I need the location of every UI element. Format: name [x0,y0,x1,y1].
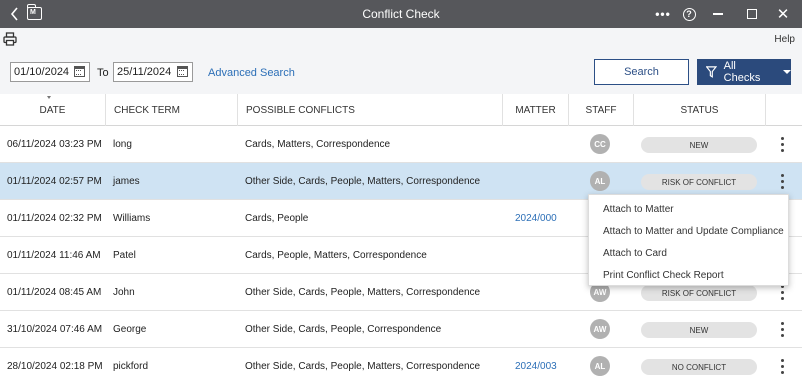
menu-item-print-report[interactable]: Print Conflict Check Report [589,264,790,286]
row-possible-conflicts: Other Side, Cards, People, Matters, Corr… [245,175,481,187]
table-header: DATE CHECK TERM POSSIBLE CONFLICTS MATTE… [0,94,802,126]
status-badge: NEW [641,322,757,338]
row-context-menu: Attach to Matter Attach to Matter and Up… [588,194,789,286]
staff-avatar: AL [590,171,610,191]
row-check-term: james [113,175,140,187]
column-matter[interactable]: MATTER [502,94,568,126]
row-possible-conflicts: Other Side, Cards, People, Matters, Corr… [245,360,481,372]
filter-bar: 01/10/2024 To 25/11/2024 Advanced Search… [0,52,802,94]
date-from-value: 01/10/2024 [14,66,70,78]
menu-item-attach-to-matter-update-compliance[interactable]: Attach to Matter and Update Compliance [589,220,790,242]
close-icon[interactable]: ✕ [772,4,794,24]
column-date[interactable]: DATE [0,94,105,126]
staff-avatar: AW [590,319,610,339]
row-date: 06/11/2024 03:23 PM [7,138,102,150]
row-date: 01/11/2024 02:57 PM [7,175,102,187]
row-more-options-icon[interactable] [777,357,787,375]
row-check-term: Patel [113,249,136,261]
table-row[interactable]: 31/10/2024 07:46 AM George Other Side, Car… [0,311,802,348]
filter-funnel-icon [706,66,717,78]
column-staff[interactable]: STAFF [568,94,633,126]
all-checks-filter-button[interactable]: All Checks [697,59,791,85]
status-badge: NEW [641,137,757,153]
help-icon[interactable]: ? [678,4,700,24]
row-matter-link[interactable]: 2024/003 [515,348,557,381]
row-check-term: John [113,286,135,298]
row-date: 28/10/2024 02:18 PM [7,360,103,372]
toolbar: Help [0,28,802,52]
row-date: 01/11/2024 02:32 PM [7,212,102,224]
search-button[interactable]: Search [594,59,689,85]
date-to-value: 25/11/2024 [117,66,172,78]
row-more-options-icon[interactable] [777,172,787,190]
row-check-term: George [113,323,147,335]
row-possible-conflicts: Other Side, Cards, People, Correspondenc… [245,323,442,335]
column-possible-conflicts[interactable]: POSSIBLE CONFLICTS [237,94,502,126]
menu-item-attach-to-card[interactable]: Attach to Card [589,242,790,264]
more-options-icon[interactable]: ••• [652,4,674,24]
status-badge: RISK OF CONFLICT [641,285,757,301]
advanced-search-link[interactable]: Advanced Search [208,67,295,79]
calendar-icon[interactable] [74,66,85,77]
staff-avatar: AL [590,356,610,376]
row-possible-conflicts: Other Side, Cards, People, Matters, Corr… [245,286,481,298]
status-badge: RISK OF CONFLICT [641,174,757,190]
minimize-icon[interactable] [707,4,729,24]
help-link[interactable]: Help [774,34,795,45]
chevron-down-icon [783,70,791,74]
row-more-options-icon[interactable] [777,320,787,338]
row-possible-conflicts: Cards, People [245,212,309,224]
row-check-term: pickford [113,360,149,372]
row-possible-conflicts: Cards, Matters, Correspondence [245,138,391,150]
row-date: 01/11/2024 08:45 AM [7,286,102,298]
row-date: 31/10/2024 07:46 AM [7,323,103,335]
row-date: 01/11/2024 11:46 AM [7,249,101,261]
calendar-icon[interactable] [177,66,188,77]
row-matter-link[interactable]: 2024/000 [515,200,557,236]
row-more-options-icon[interactable] [777,135,787,153]
column-actions [765,94,802,126]
column-status[interactable]: STATUS [633,94,765,126]
staff-avatar: CC [590,134,610,154]
all-checks-label: All Checks [723,60,761,84]
row-check-term: long [113,138,132,150]
maximize-icon[interactable] [741,4,763,24]
title-bar: M Conflict Check ••• ? ✕ [0,0,802,28]
to-label: To [97,67,109,79]
table-row[interactable]: 28/10/2024 02:18 PM pickford Other Side, C… [0,348,802,381]
status-badge: NO CONFLICT [641,359,757,375]
row-possible-conflicts: Cards, People, Matters, Correspondence [245,249,427,261]
date-to-field[interactable]: 25/11/2024 [113,62,193,82]
date-from-field[interactable]: 01/10/2024 [10,62,90,82]
menu-item-attach-to-matter[interactable]: Attach to Matter [589,198,790,220]
row-check-term: Williams [113,212,151,224]
print-icon[interactable] [3,32,17,46]
column-check-term[interactable]: CHECK TERM [105,94,237,126]
table-row[interactable]: 06/11/2024 03:23 PM long Cards, Matters, C… [0,126,802,163]
